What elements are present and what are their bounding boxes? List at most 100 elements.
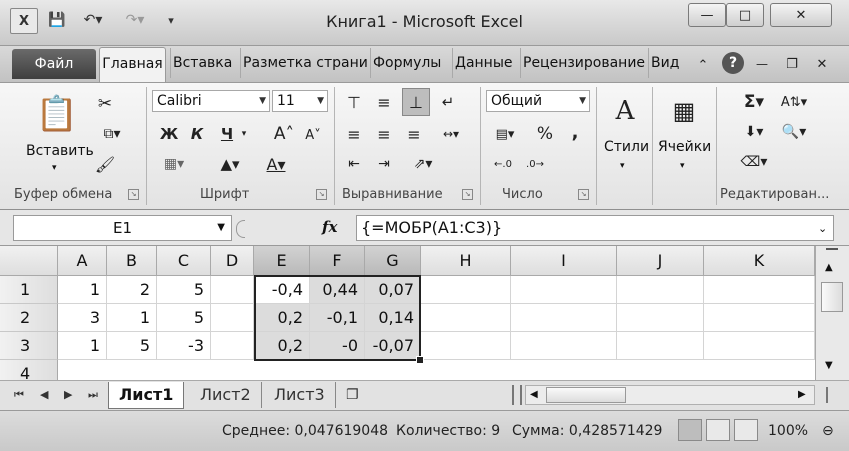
cells-icon[interactable]: ▦ [662,91,706,131]
workbook-close-icon[interactable]: ✕ [812,54,832,74]
cells-button-label[interactable]: Ячейки [658,139,711,155]
first-sheet-icon[interactable]: ⏮ [14,388,24,402]
cell-d3[interactable] [211,332,254,360]
paste-dropdown-icon[interactable]: ▾ [52,163,57,173]
vertical-scroll-thumb[interactable] [821,282,843,312]
font-launcher-icon[interactable]: ↘ [316,189,327,200]
cell-h3[interactable] [421,332,511,360]
cell-j1[interactable] [617,276,704,304]
sort-filter-icon[interactable]: A⇅▾ [774,91,814,113]
cell-d2[interactable] [211,304,254,332]
sheet-tab-2[interactable]: Лист2 [190,382,262,408]
font-size-select[interactable]: 11 ▼ [272,90,328,112]
cell-g1[interactable]: 0,07 [365,276,421,304]
align-left-icon[interactable]: ≡ [342,123,366,145]
cell-e2[interactable]: 0,2 [254,304,310,332]
cell-c2[interactable]: 5 [157,304,211,332]
zoom-out-icon[interactable]: ⊖ [822,423,834,439]
cell-k1[interactable] [704,276,815,304]
help-icon[interactable]: ? [722,52,744,74]
ribbon-collapse-icon[interactable]: ⌃ [694,56,712,74]
decrease-decimal-icon[interactable]: .0→ [522,153,548,175]
cell-f2[interactable]: -0,1 [310,304,365,332]
cell-a3[interactable]: 1 [58,332,107,360]
horizontal-split-box[interactable] [826,387,840,403]
expand-formula-bar-icon[interactable]: ⌄ [818,222,827,235]
styles-dropdown-icon[interactable]: ▾ [620,161,625,171]
name-box[interactable]: E1 ▼ [13,215,232,241]
scroll-up-icon[interactable]: ▲ [825,262,833,273]
row-header-4[interactable]: 4 [0,360,58,380]
cell-j2[interactable] [617,304,704,332]
tab-formulas[interactable]: Формулы [370,48,450,78]
column-header-j[interactable]: J [617,246,704,276]
cell-e1[interactable]: -0,4 [254,276,310,304]
workbook-minimize-icon[interactable]: — [752,54,772,74]
align-bottom-icon[interactable]: ⊥ [402,88,430,116]
cell-k3[interactable] [704,332,815,360]
percent-style-button[interactable]: % [534,123,556,145]
scroll-down-icon[interactable]: ▼ [825,360,833,371]
increase-decimal-icon[interactable]: ←.0 [490,153,516,175]
underline-button[interactable]: Ч [216,123,238,145]
horizontal-scroll-thumb[interactable] [546,387,626,403]
cell-k2[interactable] [704,304,815,332]
font-color-icon[interactable]: A▾ [256,153,296,175]
cell-b1[interactable]: 2 [107,276,157,304]
sheet-tab-3[interactable]: Лист3 [264,382,336,408]
formula-input[interactable]: {=МОБР(A1:C3)} [356,215,834,241]
align-center-icon[interactable]: ≡ [372,123,396,145]
cell-e3[interactable]: 0,2 [254,332,310,360]
number-format-select[interactable]: Общий ▼ [486,90,590,112]
align-middle-icon[interactable]: ≡ [372,91,396,113]
cell-h2[interactable] [421,304,511,332]
italic-button[interactable]: К [186,123,208,145]
column-header-g[interactable]: G [365,246,421,276]
autosum-icon[interactable]: Σ▾ [736,91,772,113]
tab-home[interactable]: Главная [99,47,166,82]
cell-f1[interactable]: 0,44 [310,276,365,304]
paste-button-label[interactable]: Вставить [26,143,94,159]
orientation-icon[interactable]: ⇗▾ [408,153,438,175]
cut-icon[interactable]: ✂ [94,93,116,115]
fill-handle[interactable] [416,356,424,364]
cell-h1[interactable] [421,276,511,304]
font-name-select[interactable]: Calibri ▼ [152,90,270,112]
cell-j3[interactable] [617,332,704,360]
column-header-h[interactable]: H [421,246,511,276]
cell-b2[interactable]: 1 [107,304,157,332]
alignment-launcher-icon[interactable]: ↘ [462,189,473,200]
shrink-font-icon[interactable]: A˅ [302,125,324,145]
format-painter-icon[interactable]: 🖌 [94,153,116,175]
tab-file[interactable]: Файл [12,49,96,79]
clear-icon[interactable]: ⌫▾ [736,151,772,173]
tab-split-handle[interactable] [512,385,522,405]
column-header-d[interactable]: D [211,246,254,276]
currency-format-icon[interactable]: ▤▾ [488,123,522,145]
cell-g3[interactable]: -0,07 [365,332,421,360]
split-box[interactable] [826,248,838,260]
cell-c3[interactable]: -3 [157,332,211,360]
borders-icon[interactable]: ▦▾ [156,153,192,175]
align-right-icon[interactable]: ≡ [402,123,426,145]
insert-function-icon[interactable]: fx [322,218,337,236]
last-sheet-icon[interactable]: ⏭ [88,388,98,402]
clipboard-launcher-icon[interactable]: ↘ [128,189,139,200]
tab-view[interactable]: Вид [648,48,684,78]
cell-i3[interactable] [511,332,617,360]
prev-sheet-icon[interactable]: ◀ [40,388,48,401]
tab-page-layout[interactable]: Разметка страни [240,48,368,78]
cells-dropdown-icon[interactable]: ▾ [680,161,685,171]
workbook-restore-icon[interactable]: ❐ [782,54,802,74]
decrease-indent-icon[interactable]: ⇤ [342,153,366,175]
close-button[interactable]: ✕ [770,3,832,27]
cell-f3[interactable]: -0 [310,332,365,360]
cell-i2[interactable] [511,304,617,332]
namebox-resize-handle[interactable] [236,220,245,238]
cell-b3[interactable]: 5 [107,332,157,360]
column-header-c[interactable]: C [157,246,211,276]
increase-indent-icon[interactable]: ⇥ [372,153,396,175]
worksheet-grid[interactable]: A B C D E F G H I J K 1 2 3 4 1 2 5 -0,4… [0,246,815,380]
copy-icon[interactable]: ⧉▾ [94,123,130,145]
vertical-scrollbar[interactable]: ▲ ▼ [815,246,849,380]
